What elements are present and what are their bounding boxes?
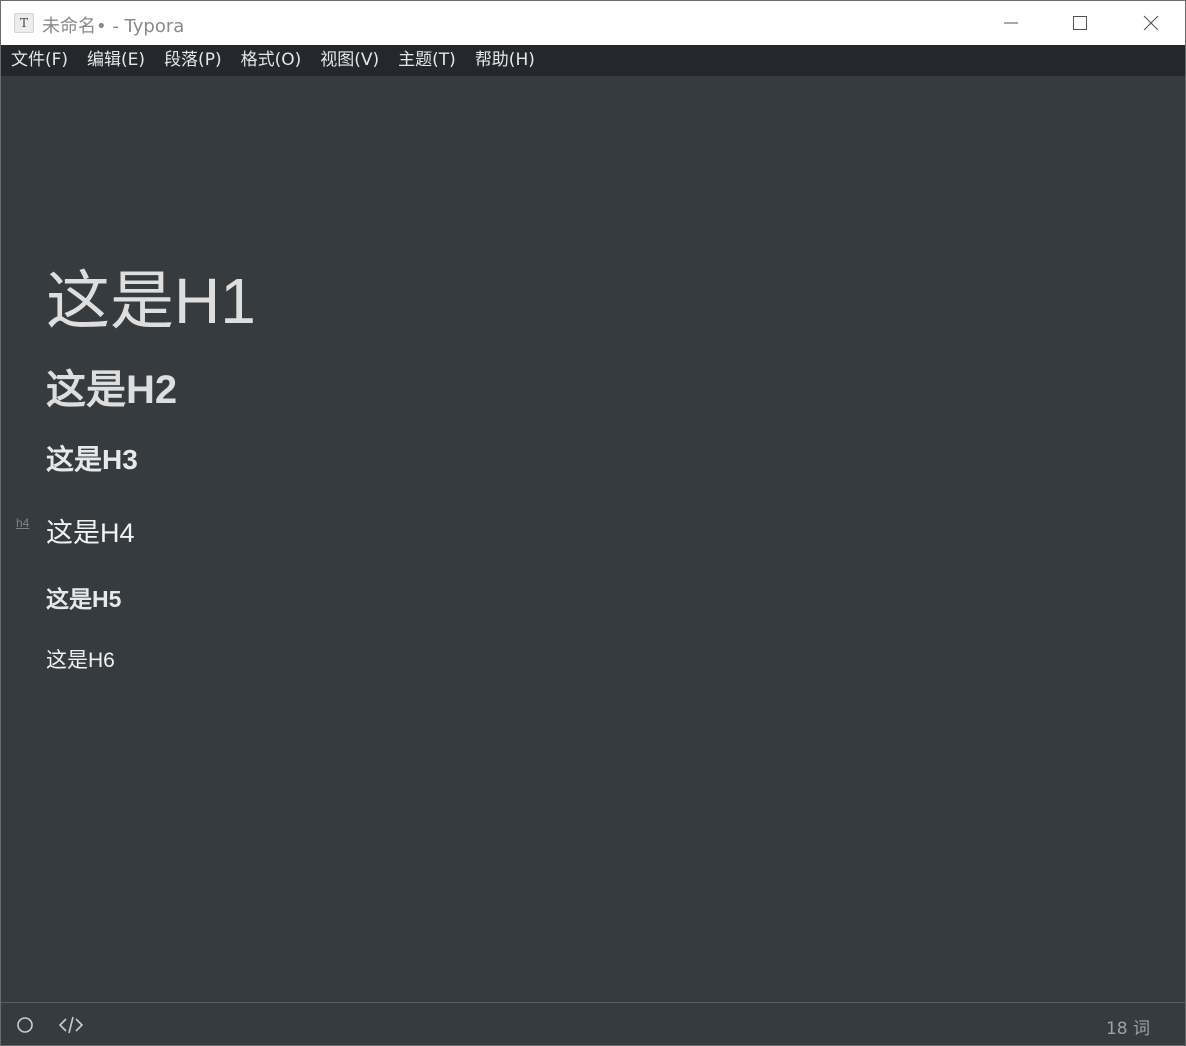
word-count[interactable]: 18 词 xyxy=(1106,1014,1150,1039)
close-icon xyxy=(1143,15,1159,31)
source-code-mode-button[interactable] xyxy=(58,1014,84,1036)
block-type-marker: h4 xyxy=(16,516,30,530)
maximize-icon xyxy=(1073,16,1087,30)
title-bar[interactable]: T 未命名• - Typora xyxy=(1,1,1185,45)
heading-h3[interactable]: 这是H3 xyxy=(46,438,138,478)
editor-area[interactable]: 这是H1 这是H2 这是H3 h4 这是H4 这是H5 这是H6 xyxy=(1,76,1185,1002)
toggle-sidebar-button[interactable] xyxy=(14,1014,36,1036)
heading-h2[interactable]: 这是H2 xyxy=(46,357,177,415)
minimize-button[interactable] xyxy=(977,1,1045,45)
menu-bar: 文件(F) 编辑(E) 段落(P) 格式(O) 视图(V) 主题(T) 帮助(H… xyxy=(1,45,1185,76)
menu-help[interactable]: 帮助(H) xyxy=(465,45,544,76)
maximize-button[interactable] xyxy=(1046,1,1114,45)
minimize-icon xyxy=(1004,22,1018,24)
heading-h6[interactable]: 这是H6 xyxy=(46,644,115,674)
heading-h4[interactable]: 这是H4 xyxy=(46,511,135,550)
code-brackets-icon xyxy=(58,1016,84,1034)
circle-outline-icon xyxy=(17,1017,33,1033)
heading-h5[interactable]: 这是H5 xyxy=(46,580,121,614)
menu-format[interactable]: 格式(O) xyxy=(231,45,311,76)
menu-file[interactable]: 文件(F) xyxy=(1,45,77,76)
typora-app-icon[interactable]: T xyxy=(14,13,34,33)
menu-edit[interactable]: 编辑(E) xyxy=(77,45,154,76)
heading-h1[interactable]: 这是H1 xyxy=(46,250,256,342)
status-bar: 18 词 xyxy=(1,1002,1185,1045)
menu-paragraph[interactable]: 段落(P) xyxy=(154,45,231,76)
menu-view[interactable]: 视图(V) xyxy=(310,45,388,76)
typora-window: T 未命名• - Typora 文件(F) 编辑(E) 段落(P) 格式(O) … xyxy=(0,0,1186,1046)
menu-theme[interactable]: 主题(T) xyxy=(388,45,465,76)
window-title: 未命名• - Typora xyxy=(42,16,185,37)
close-button[interactable] xyxy=(1117,1,1185,45)
